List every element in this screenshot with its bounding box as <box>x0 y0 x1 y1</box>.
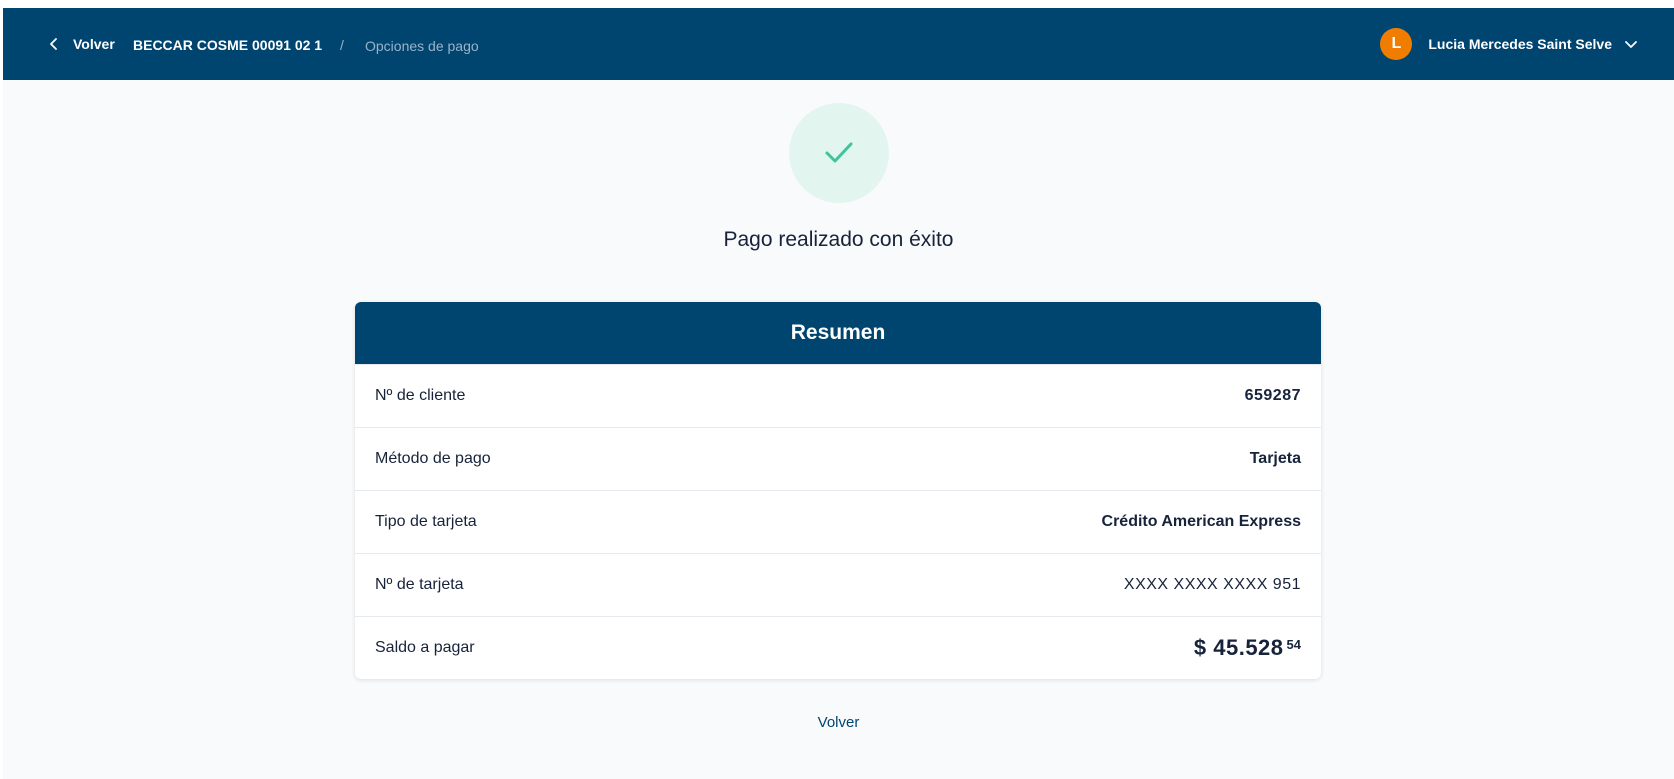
chevron-left-icon <box>50 38 57 50</box>
summary-card-title: Resumen <box>355 302 1321 364</box>
summary-row-label: Nº de tarjeta <box>375 576 464 593</box>
summary-row-value: 659287 <box>1244 387 1301 404</box>
summary-row-value: Tarjeta <box>1249 450 1301 467</box>
summary-row-value: XXXX XXXX XXXX 951 <box>1123 576 1301 593</box>
balance-amount: $ 45.528 54 <box>1194 635 1301 661</box>
summary-card: Resumen Nº de cliente 659287 Método de p… <box>355 302 1321 679</box>
balance-amount-cents: 54 <box>1286 637 1301 652</box>
chevron-down-icon <box>1625 41 1637 48</box>
check-icon <box>825 142 853 163</box>
avatar: L <box>1380 28 1413 60</box>
breadcrumb-current-page: Opciones de pago <box>365 38 479 54</box>
back-button[interactable]: Volver <box>47 30 115 58</box>
success-title: Pago realizado con éxito <box>723 228 954 251</box>
success-badge <box>789 103 889 203</box>
user-name: Lucia Mercedes Saint Selve <box>1428 36 1612 52</box>
summary-row-label: Saldo a pagar <box>375 639 475 656</box>
summary-row-client-number: Nº de cliente 659287 <box>355 364 1321 427</box>
summary-row-payment-method: Método de pago Tarjeta <box>355 427 1321 490</box>
summary-row-card-type: Tipo de tarjeta Crédito American Express <box>355 490 1321 553</box>
summary-row-value: Crédito American Express <box>1101 513 1301 530</box>
footer-back-link[interactable]: Volver <box>818 714 860 731</box>
balance-amount-main: $ 45.528 <box>1193 635 1284 660</box>
page: Volver BECCAR COSME 00091 02 1 / Opcione… <box>3 8 1674 779</box>
summary-row-balance: Saldo a pagar $ 45.528 54 <box>355 616 1321 679</box>
breadcrumb-separator: / <box>340 37 344 53</box>
top-navigation-bar: Volver BECCAR COSME 00091 02 1 / Opcione… <box>3 8 1674 80</box>
summary-row-label: Método de pago <box>375 450 491 467</box>
breadcrumb-account[interactable]: BECCAR COSME 00091 02 1 <box>133 37 322 53</box>
summary-row-label: Tipo de tarjeta <box>375 513 477 530</box>
summary-row-card-number: Nº de tarjeta XXXX XXXX XXXX 951 <box>355 553 1321 616</box>
footer: Volver <box>3 714 1674 732</box>
back-button-label: Volver <box>73 36 115 52</box>
summary-row-label: Nº de cliente <box>375 387 466 404</box>
user-menu[interactable]: L Lucia Mercedes Saint Selve <box>1380 24 1638 64</box>
